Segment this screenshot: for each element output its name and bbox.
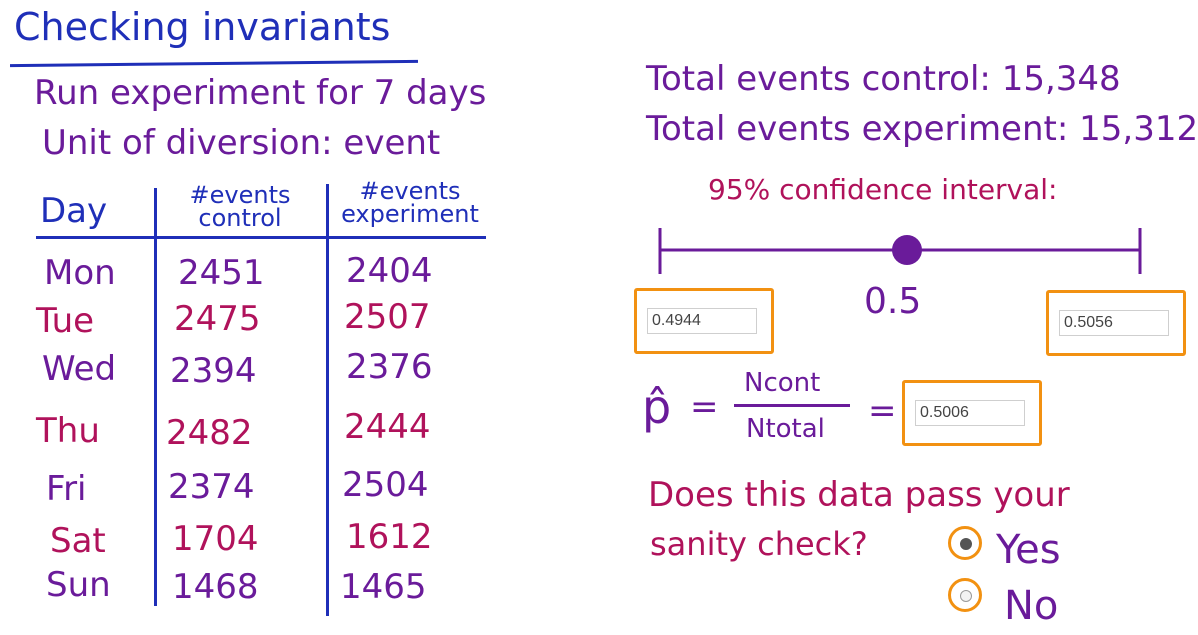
unit-of-diversion-text: Unit of diversion: event bbox=[42, 123, 441, 163]
header-day: Day bbox=[40, 191, 108, 231]
experiment-sat: 1612 bbox=[346, 517, 433, 557]
question-line-2: sanity check? bbox=[650, 525, 868, 563]
upper-bound-input[interactable] bbox=[1059, 310, 1169, 336]
formula-equals-1: = bbox=[690, 387, 719, 427]
radio-yes-label[interactable]: Yes bbox=[996, 530, 1061, 570]
question-line-1: Does this data pass your bbox=[648, 475, 1070, 515]
p-hat-box bbox=[902, 380, 1042, 446]
experiment-mon: 2404 bbox=[346, 251, 433, 291]
p-hat-symbol: p̂ bbox=[642, 380, 672, 434]
lower-bound-input[interactable] bbox=[647, 308, 757, 334]
lower-bound-box bbox=[634, 288, 774, 354]
experiment-tue: 2507 bbox=[344, 297, 431, 337]
day-sun: Sun bbox=[46, 565, 111, 605]
control-wed: 2394 bbox=[170, 351, 257, 391]
formula-denominator: Ntotal bbox=[746, 414, 825, 444]
column-divider-2 bbox=[326, 184, 329, 616]
interval-center-value: 0.5 bbox=[864, 281, 922, 322]
day-mon: Mon bbox=[44, 253, 116, 293]
day-tue: Tue bbox=[36, 301, 95, 341]
fraction-bar bbox=[734, 404, 850, 407]
day-wed: Wed bbox=[42, 349, 117, 389]
control-fri: 2374 bbox=[168, 467, 255, 507]
formula-numerator: Ncont bbox=[744, 368, 821, 398]
page-title: Checking invariants bbox=[14, 5, 391, 49]
control-thu: 2482 bbox=[166, 413, 253, 453]
column-divider-1 bbox=[154, 188, 157, 606]
experiment-wed: 2376 bbox=[346, 347, 433, 387]
day-sat: Sat bbox=[50, 521, 106, 561]
total-events-control: Total events control: 15,348 bbox=[646, 59, 1121, 99]
total-events-experiment: Total events experiment: 15,312 bbox=[646, 109, 1198, 149]
radio-yes-dot bbox=[960, 538, 972, 550]
control-sat: 1704 bbox=[172, 519, 259, 559]
day-thu: Thu bbox=[36, 411, 100, 451]
radio-no[interactable] bbox=[948, 578, 982, 612]
control-mon: 2451 bbox=[178, 253, 265, 293]
title-underline bbox=[9, 59, 419, 68]
experiment-sun: 1465 bbox=[340, 567, 427, 607]
confidence-interval-line bbox=[658, 228, 1142, 274]
experiment-thu: 2444 bbox=[344, 407, 431, 447]
p-hat-input[interactable] bbox=[915, 400, 1025, 426]
control-tue: 2475 bbox=[174, 299, 261, 339]
experiment-fri: 2504 bbox=[342, 465, 429, 505]
control-sun: 1468 bbox=[172, 567, 259, 607]
header-rule bbox=[36, 236, 486, 239]
radio-yes[interactable] bbox=[948, 526, 982, 560]
confidence-interval-label: 95% confidence interval: bbox=[708, 173, 1058, 206]
experiment-duration-text: Run experiment for 7 days bbox=[34, 73, 487, 113]
upper-bound-box bbox=[1046, 290, 1186, 356]
header-control: #events control bbox=[189, 181, 291, 232]
day-fri: Fri bbox=[46, 469, 87, 509]
header-experiment: #events experiment bbox=[341, 177, 479, 228]
formula-equals-2: = bbox=[868, 391, 897, 431]
radio-no-dot bbox=[960, 590, 972, 602]
radio-no-label[interactable]: No bbox=[1004, 586, 1058, 626]
